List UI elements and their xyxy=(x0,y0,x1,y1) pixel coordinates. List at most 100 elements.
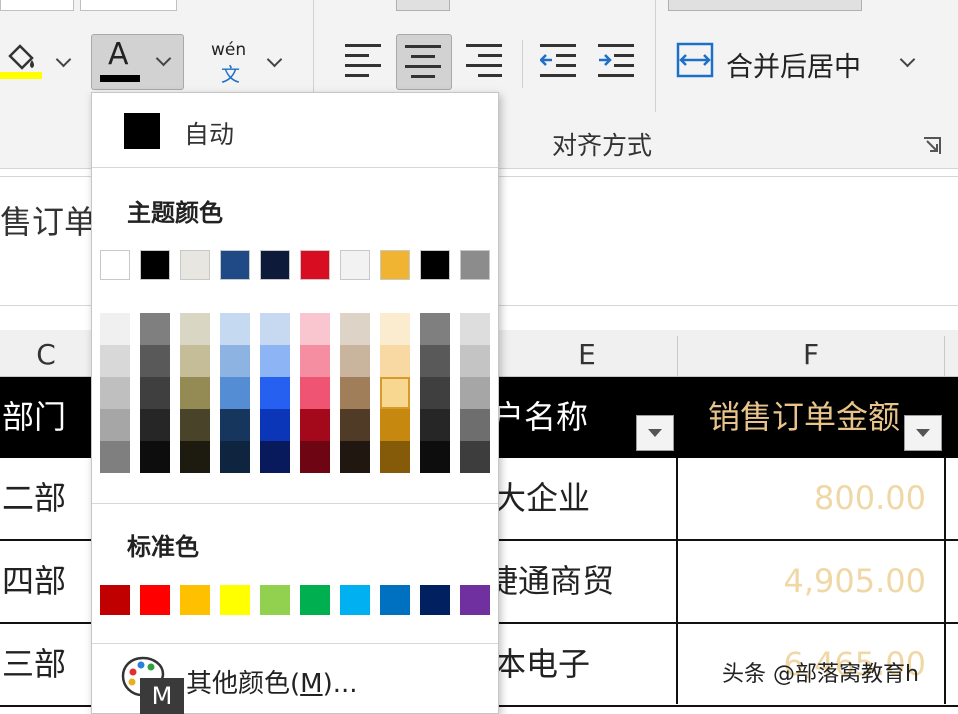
theme-tint-swatch[interactable] xyxy=(100,409,130,441)
theme-tint-swatch[interactable] xyxy=(180,409,210,441)
theme-tint-swatch[interactable] xyxy=(260,345,290,377)
theme-tint-swatch[interactable] xyxy=(140,377,170,409)
theme-tint-swatch[interactable] xyxy=(300,313,330,345)
theme-tint-swatch[interactable] xyxy=(460,313,490,345)
theme-tint-swatch[interactable] xyxy=(420,377,450,409)
fill-color-button[interactable] xyxy=(0,36,80,88)
theme-color-swatch[interactable] xyxy=(340,250,370,280)
automatic-color-item[interactable]: 自动 xyxy=(96,99,494,163)
theme-tint-swatch[interactable] xyxy=(340,441,370,473)
theme-tint-swatch[interactable] xyxy=(380,409,410,441)
cell-amount[interactable]: 800.00 xyxy=(814,458,926,539)
theme-tint-swatch[interactable] xyxy=(100,313,130,345)
theme-tint-swatch[interactable] xyxy=(220,345,250,377)
theme-tint-swatch[interactable] xyxy=(100,441,130,473)
standard-color-swatch[interactable] xyxy=(100,585,130,615)
theme-tint-swatch[interactable] xyxy=(220,409,250,441)
standard-color-swatch[interactable] xyxy=(420,585,450,615)
theme-tint-swatch[interactable] xyxy=(380,377,410,409)
filter-dropdown-button[interactable] xyxy=(636,415,674,451)
header-cell-customer[interactable]: 户名称 xyxy=(492,377,588,458)
theme-tint-swatch[interactable] xyxy=(300,345,330,377)
theme-color-swatch[interactable] xyxy=(460,250,490,280)
theme-color-swatch[interactable] xyxy=(380,250,410,280)
theme-tint-swatch[interactable] xyxy=(140,409,170,441)
theme-tint-swatch[interactable] xyxy=(340,409,370,441)
filter-dropdown-button[interactable] xyxy=(904,415,942,451)
cell-department[interactable]: 三部 xyxy=(2,624,66,705)
theme-tint-swatch[interactable] xyxy=(340,313,370,345)
theme-tint-swatch[interactable] xyxy=(380,313,410,345)
theme-color-swatch[interactable] xyxy=(180,250,210,280)
align-right-button[interactable] xyxy=(466,40,504,80)
theme-tint-swatch[interactable] xyxy=(420,409,450,441)
theme-color-swatch[interactable] xyxy=(420,250,450,280)
theme-tint-swatch[interactable] xyxy=(140,441,170,473)
align-left-button[interactable] xyxy=(345,40,383,80)
header-cell-amount[interactable]: 销售订单金额 xyxy=(708,377,900,458)
font-name-box[interactable] xyxy=(0,0,74,11)
column-header-f[interactable]: F xyxy=(678,330,944,376)
standard-color-swatch[interactable] xyxy=(300,585,330,615)
theme-tint-swatch[interactable] xyxy=(340,377,370,409)
theme-tint-swatch[interactable] xyxy=(380,345,410,377)
theme-tint-swatch[interactable] xyxy=(260,313,290,345)
increase-indent-button[interactable] xyxy=(598,40,636,80)
theme-tint-swatch[interactable] xyxy=(300,377,330,409)
theme-tint-swatch[interactable] xyxy=(420,313,450,345)
standard-color-swatch[interactable] xyxy=(140,585,170,615)
font-color-button[interactable]: A xyxy=(91,34,184,90)
cell-customer[interactable]: 捷通商贸 xyxy=(486,541,614,622)
header-cell-department[interactable]: 部门 xyxy=(2,377,66,458)
theme-color-swatch[interactable] xyxy=(100,250,130,280)
theme-tint-swatch[interactable] xyxy=(260,409,290,441)
cell-customer[interactable]: 大企业 xyxy=(494,458,590,539)
standard-color-swatch[interactable] xyxy=(220,585,250,615)
theme-tint-swatch[interactable] xyxy=(180,441,210,473)
standard-color-swatch[interactable] xyxy=(340,585,370,615)
theme-tint-swatch[interactable] xyxy=(340,345,370,377)
theme-tint-swatch[interactable] xyxy=(100,377,130,409)
theme-tint-swatch[interactable] xyxy=(140,345,170,377)
theme-tint-swatch[interactable] xyxy=(220,377,250,409)
standard-color-swatch[interactable] xyxy=(460,585,490,615)
theme-color-swatch[interactable] xyxy=(260,250,290,280)
theme-tint-swatch[interactable] xyxy=(180,345,210,377)
column-header-c[interactable]: C xyxy=(0,330,92,376)
theme-tint-swatch[interactable] xyxy=(460,345,490,377)
theme-tint-swatch[interactable] xyxy=(420,345,450,377)
theme-tint-swatch[interactable] xyxy=(180,377,210,409)
theme-color-swatch[interactable] xyxy=(220,250,250,280)
dialog-launcher-icon[interactable] xyxy=(922,136,942,156)
theme-tint-swatch[interactable] xyxy=(380,441,410,473)
theme-tint-swatch[interactable] xyxy=(300,441,330,473)
standard-color-swatch[interactable] xyxy=(260,585,290,615)
theme-tint-swatch[interactable] xyxy=(220,313,250,345)
theme-color-swatch[interactable] xyxy=(140,250,170,280)
wrap-text-button[interactable] xyxy=(668,0,862,11)
align-center-button[interactable] xyxy=(396,34,452,90)
theme-tint-swatch[interactable] xyxy=(220,441,250,473)
theme-color-swatch[interactable] xyxy=(300,250,330,280)
theme-tint-swatch[interactable] xyxy=(420,441,450,473)
standard-color-swatch[interactable] xyxy=(180,585,210,615)
theme-tint-swatch[interactable] xyxy=(300,409,330,441)
theme-tint-swatch[interactable] xyxy=(180,313,210,345)
top-align-button[interactable] xyxy=(396,0,450,11)
cell-department[interactable]: 四部 xyxy=(2,541,66,622)
theme-tint-swatch[interactable] xyxy=(460,409,490,441)
theme-tint-swatch[interactable] xyxy=(260,377,290,409)
theme-tint-swatch[interactable] xyxy=(260,441,290,473)
font-size-box[interactable] xyxy=(80,0,177,11)
cell-department[interactable]: 二部 xyxy=(2,458,66,539)
theme-tint-swatch[interactable] xyxy=(100,345,130,377)
theme-tint-swatch[interactable] xyxy=(460,441,490,473)
standard-color-swatch[interactable] xyxy=(380,585,410,615)
phonetic-guide-button[interactable]: wén 文 xyxy=(205,36,289,88)
theme-tint-swatch[interactable] xyxy=(140,313,170,345)
column-header-e[interactable]: E xyxy=(497,330,677,376)
decrease-indent-button[interactable] xyxy=(540,40,578,80)
cell-amount[interactable]: 4,905.00 xyxy=(784,541,927,622)
theme-tint-swatch[interactable] xyxy=(460,377,490,409)
cell-customer[interactable]: 本电子 xyxy=(494,624,590,705)
